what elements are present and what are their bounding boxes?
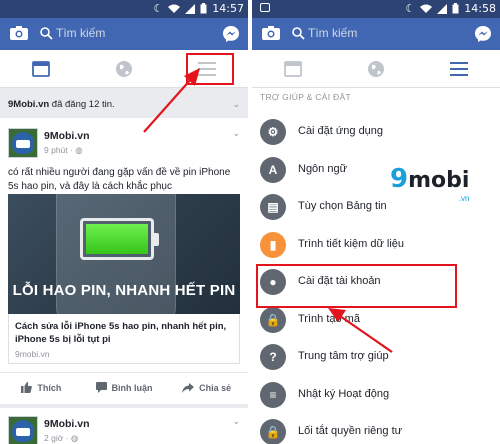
- post-text: có rất nhiều người đang gặp vấn đề về pi…: [8, 167, 231, 192]
- help-icon: ?: [260, 344, 286, 370]
- lock-icon: 🔒: [260, 306, 286, 333]
- menu-item-label: Nhật ký Hoạt động: [298, 387, 390, 400]
- battery-icon: [200, 3, 207, 14]
- menu-item-label: Ngôn ngữ: [298, 162, 347, 175]
- post-options-chevron-icon[interactable]: ⌄: [232, 128, 240, 139]
- avatar[interactable]: [8, 128, 38, 158]
- tab-news-feed[interactable]: [0, 50, 82, 88]
- red-arrow-annotation: [328, 308, 393, 353]
- news-feed-icon: ▤: [260, 194, 286, 220]
- messenger-icon[interactable]: [474, 25, 492, 43]
- wifi-icon: [420, 4, 433, 13]
- link-preview-box[interactable]: Cách sửa lỗi iPhone 5s hao pin, nhanh hế…: [8, 314, 240, 364]
- menu-screen: ☾ 14:58 Tìm kiếm TRỢ GIÚP & CÀI ĐẶT ⚙ Cài…: [252, 0, 500, 444]
- brand-watermark: 9mobi .vn: [390, 164, 470, 203]
- section-label-help-settings: TRỢ GIÚP & CÀI ĐẶT: [260, 92, 351, 102]
- share-arrow-icon: [182, 382, 195, 393]
- activity-log-icon: ≡: [260, 381, 286, 408]
- link-domain: 9mobi.vn: [15, 349, 50, 359]
- signal-icon: [185, 3, 196, 14]
- post-options-chevron-icon[interactable]: ⌄: [232, 416, 240, 427]
- globe-small-icon: ◍: [70, 433, 79, 443]
- camera-icon[interactable]: [262, 26, 280, 40]
- post-time: 9 phút · ◍: [44, 145, 83, 155]
- post-author[interactable]: 9Mobi.vn: [44, 130, 90, 142]
- watermark-mobi: mobi: [408, 168, 470, 193]
- top-bar: Tìm kiếm: [252, 18, 500, 50]
- feed-header-page[interactable]: 9Mobi.vn: [8, 99, 49, 110]
- link-preview-image[interactable]: LỖI HAO PIN, NHANH HẾT PIN: [8, 194, 240, 314]
- status-bar: ☾ 14:58: [252, 0, 500, 18]
- like-button[interactable]: Thích: [0, 373, 83, 402]
- post-card: 9Mobi.vn 9 phút · ◍ ⌄ có rất nhiều người…: [0, 118, 248, 404]
- gallery-notification-icon: [260, 3, 270, 12]
- menu-item-label: Trình tiết kiệm dữ liệu: [298, 237, 404, 250]
- post-actions: Thích Bình luận Chia sẻ: [0, 372, 248, 402]
- status-time: 14:58: [464, 2, 496, 15]
- globe-icon: [368, 61, 384, 77]
- thumbs-up-icon: [21, 382, 33, 393]
- search-icon: [292, 27, 305, 40]
- comment-icon: [95, 382, 107, 393]
- moon-icon: ☾: [405, 3, 416, 15]
- search-placeholder: Tìm kiếm: [308, 26, 358, 40]
- battery-illustration: [80, 218, 159, 260]
- globe-small-icon: ◍: [75, 145, 83, 155]
- link-title: Cách sửa lỗi iPhone 5s hao pin, nhanh hế…: [15, 321, 227, 345]
- data-saver-icon: ▮: [260, 231, 286, 258]
- status-icons: ☾ 14:57: [153, 2, 244, 15]
- status-time: 14:57: [212, 2, 244, 15]
- news-feed-icon: [284, 61, 302, 77]
- menu-item-label: Cài đặt ứng dụng: [298, 125, 384, 137]
- news-feed-icon: [32, 61, 50, 77]
- search-icon: [40, 27, 53, 40]
- avatar[interactable]: [8, 416, 38, 444]
- hamburger-menu-icon: [450, 62, 468, 76]
- nav-tabs: [252, 50, 500, 88]
- gear-icon: ⚙: [260, 119, 286, 145]
- battery-icon: [452, 3, 459, 14]
- chevron-down-icon[interactable]: ⌄: [232, 99, 240, 110]
- post-author[interactable]: 9Mobi.vn: [44, 418, 90, 430]
- feed-header-text: đã đăng 12 tin.: [49, 99, 115, 110]
- top-bar: Tìm kiếm: [0, 18, 248, 50]
- wifi-icon: [168, 4, 181, 13]
- comment-button[interactable]: Bình luận: [83, 373, 166, 402]
- moon-icon: ☾: [153, 3, 164, 15]
- menu-item-privacy-lock[interactable]: 🔒 Lối tắt quyền riêng tư: [252, 414, 500, 444]
- menu-item-activity-log[interactable]: ≡ Nhật ký Hoạt động: [252, 377, 500, 414]
- status-bar: ☾ 14:57: [0, 0, 248, 18]
- privacy-lock-icon: 🔒: [260, 419, 286, 444]
- search-input[interactable]: Tìm kiếm: [36, 23, 212, 45]
- signal-icon: [437, 3, 448, 14]
- camera-icon[interactable]: [10, 26, 28, 40]
- menu-item-gear[interactable]: ⚙ Cài đặt ứng dụng: [252, 114, 500, 151]
- tab-news-feed[interactable]: [252, 50, 334, 88]
- post-card: 9Mobi.vn 2 giờ · ◍ ⌄: [0, 408, 248, 444]
- red-arrow-annotation: [143, 68, 200, 133]
- tab-menu[interactable]: [418, 50, 500, 88]
- feed-header: 9Mobi.vn đã đăng 12 tin. ⌄: [0, 89, 248, 117]
- image-caption: LỖI HAO PIN, NHANH HẾT PIN: [12, 282, 236, 299]
- menu-item-data-saver[interactable]: ▮ Trình tiết kiệm dữ liệu: [252, 227, 500, 264]
- menu-item-label: Tùy chọn Bảng tin: [298, 200, 387, 212]
- messenger-icon[interactable]: [222, 25, 240, 43]
- post-time: 2 giờ · ◍: [44, 433, 79, 443]
- watermark-nine: 9: [390, 164, 409, 194]
- search-placeholder: Tìm kiếm: [56, 26, 106, 40]
- share-button[interactable]: Chia sẻ: [165, 373, 248, 402]
- status-icons: ☾ 14:58: [405, 2, 496, 15]
- watermark-vn: .vn: [458, 194, 470, 203]
- tab-notifications[interactable]: [335, 50, 417, 88]
- search-input[interactable]: Tìm kiếm: [288, 23, 464, 45]
- menu-item-label: Lối tắt quyền riêng tư: [298, 425, 402, 437]
- language-icon: A: [260, 156, 286, 183]
